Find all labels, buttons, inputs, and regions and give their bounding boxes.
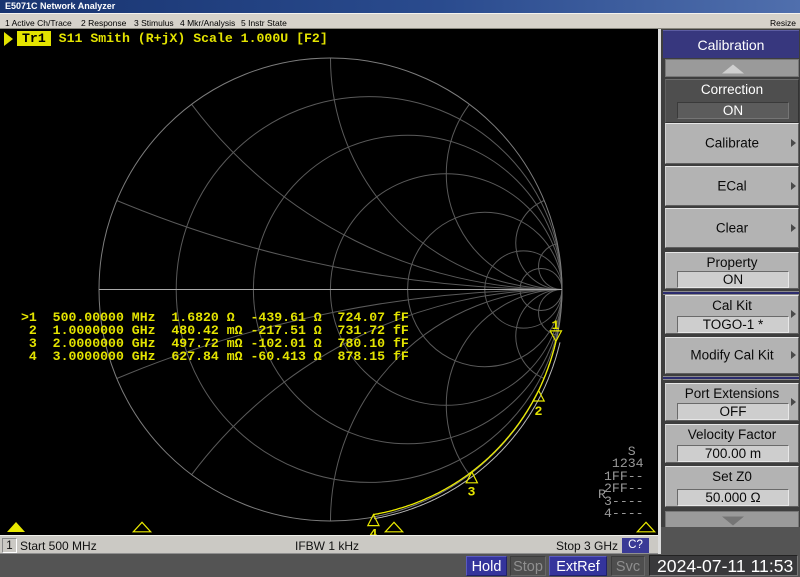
svg-text:3: 3 (468, 485, 476, 500)
svg-text:4: 4 (370, 527, 378, 536)
svg-text:2: 2 (535, 404, 543, 419)
svg-text:1: 1 (552, 318, 560, 333)
